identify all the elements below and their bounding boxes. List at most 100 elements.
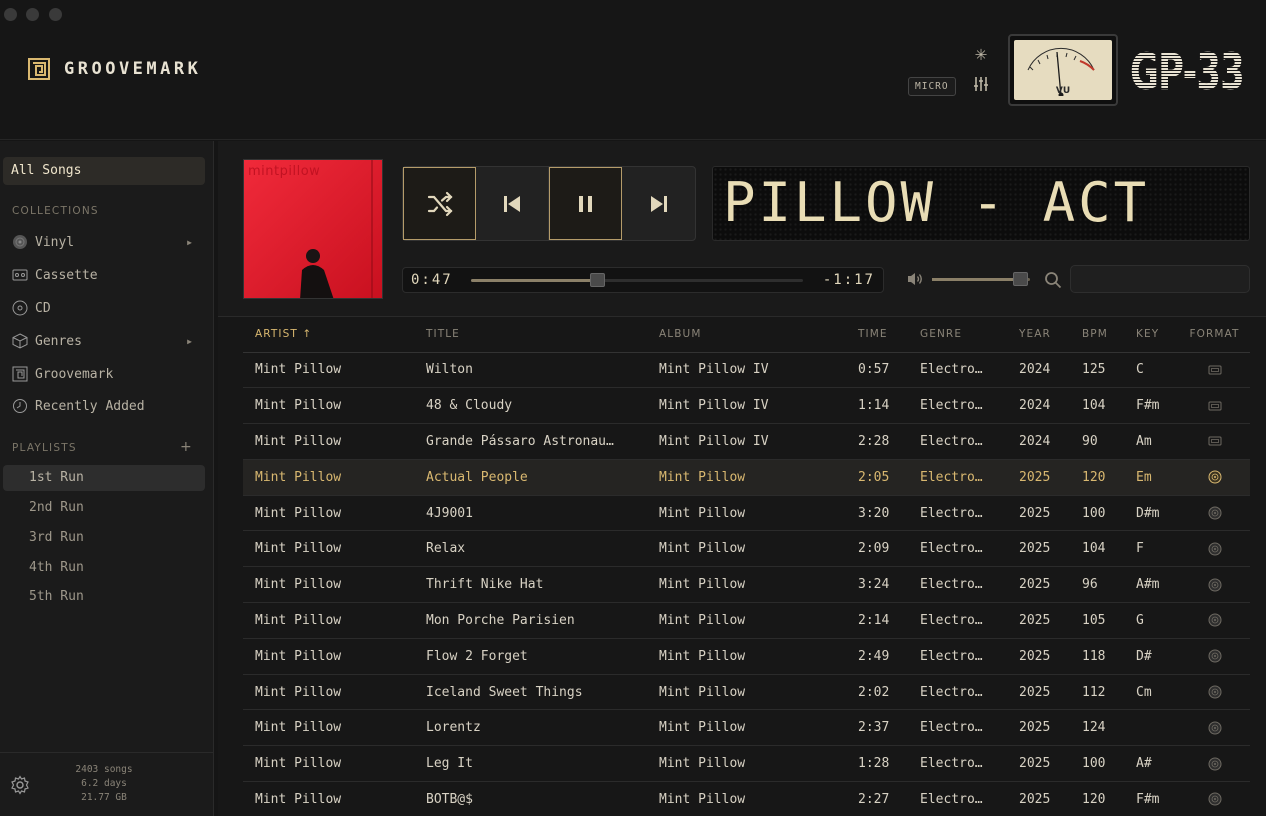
sidebar-item-label: Vinyl: [35, 234, 75, 250]
cd-icon: [1208, 757, 1221, 771]
title-cell: 4J9001: [414, 495, 647, 532]
year-cell: 2025: [1007, 495, 1070, 532]
equalizer-icon[interactable]: [972, 75, 990, 93]
expand-arrow-icon[interactable]: ▶: [187, 337, 192, 346]
column-header-title[interactable]: TITLE: [414, 317, 647, 353]
artist-cell: Mint Pillow: [243, 352, 414, 389]
table-row[interactable]: Mint Pillow Lorentz Mint Pillow 2:37 Electro…: [243, 709, 1250, 747]
gear-icon[interactable]: [10, 775, 30, 795]
key-cell: C: [1124, 352, 1179, 389]
table-row[interactable]: Mint Pillow Actual People Mint Pillow 2:05 E…: [243, 459, 1250, 496]
key-cell: A#m: [1124, 566, 1179, 604]
artist-cell: Mint Pillow: [243, 495, 414, 532]
title-cell: BOTB@$: [414, 781, 647, 816]
title-cell: Lorentz: [414, 709, 647, 747]
bpm-cell: 124: [1070, 709, 1124, 747]
minimize-window-button[interactable]: [26, 8, 39, 21]
micro-button[interactable]: MICRO: [908, 77, 956, 96]
table-row[interactable]: Mint Pillow Grande Pássaro Astronau… Mint …: [243, 423, 1250, 460]
key-cell: [1124, 709, 1179, 747]
year-cell: 2025: [1007, 781, 1070, 816]
title-cell: Flow 2 Forget: [414, 638, 647, 675]
expand-arrow-icon[interactable]: ▶: [187, 238, 192, 247]
asterisk-icon[interactable]: ✳: [972, 43, 990, 63]
seek-slider[interactable]: [471, 273, 803, 287]
elapsed-time: 0:47: [411, 272, 453, 288]
sidebar-item-groovemark[interactable]: Groovemark: [12, 363, 202, 385]
close-window-button[interactable]: [4, 8, 17, 21]
year-cell: 2025: [1007, 709, 1070, 747]
shuffle-button[interactable]: [403, 167, 476, 240]
next-icon: [650, 195, 667, 212]
table-header: ARTIST ↑ TITLE ALBUM TIME GENRE YEAR BPM…: [243, 317, 1250, 353]
table-row[interactable]: Mint Pillow Wilton Mint Pillow IV 0:57 Elect…: [243, 352, 1250, 389]
seek-handle[interactable]: [590, 273, 606, 287]
column-header-year[interactable]: YEAR: [1007, 317, 1070, 353]
sidebar-item-cassette[interactable]: Cassette: [12, 264, 202, 286]
sidebar-item-cd[interactable]: CD: [12, 297, 202, 319]
table-row[interactable]: Mint Pillow Relax Mint Pillow 2:09 Electro… 2…: [243, 530, 1250, 568]
sidebar-item-playlist[interactable]: 3rd Run: [3, 525, 205, 551]
album-cell: Mint Pillow IV: [647, 352, 846, 389]
cd-icon: [1208, 470, 1221, 484]
album-cell: Mint Pillow: [647, 781, 846, 816]
table-row[interactable]: Mint Pillow Thrift Nike Hat Mint Pillow 3:2…: [243, 566, 1250, 604]
volume-icon[interactable]: [906, 271, 924, 287]
album-art[interactable]: mintpillow: [243, 159, 383, 299]
song-table: ARTIST ↑ TITLE ALBUM TIME GENRE YEAR BPM…: [243, 317, 1250, 816]
column-header-album[interactable]: ALBUM: [647, 317, 846, 353]
column-header-format[interactable]: FORMAT: [1179, 317, 1250, 353]
time-cell: 2:14: [846, 602, 908, 639]
sidebar-item-playlist[interactable]: 4th Run: [3, 555, 205, 581]
album-cell: Mint Pillow: [647, 459, 846, 496]
column-header-genre[interactable]: GENRE: [908, 317, 1007, 353]
sidebar-item-all-songs[interactable]: All Songs: [3, 157, 205, 185]
volume-slider[interactable]: [932, 272, 1030, 286]
song-count: 2403 songs: [75, 764, 133, 775]
bpm-cell: 100: [1070, 495, 1124, 532]
column-header-key[interactable]: KEY: [1124, 317, 1179, 353]
album-art-title: mintpillow: [248, 164, 321, 179]
groovemark-logo-icon: [28, 58, 50, 80]
sidebar-item-playlist[interactable]: 5th Run: [3, 584, 205, 610]
search-icon[interactable]: [1044, 271, 1062, 289]
key-cell: F#m: [1124, 781, 1179, 816]
column-header-artist[interactable]: ARTIST ↑: [243, 317, 414, 353]
brand-name: GROOVEMARK: [64, 59, 202, 79]
pause-button[interactable]: [549, 167, 622, 240]
genre-cell: Electro…: [908, 530, 1007, 568]
table-row[interactable]: Mint Pillow Leg It Mint Pillow 1:28 Electro……: [243, 745, 1250, 783]
sidebar-item-label: Genres: [35, 333, 82, 349]
next-button[interactable]: [622, 167, 695, 240]
sidebar-item-recently-added[interactable]: Recently Added: [12, 395, 202, 417]
sidebar-item-genres[interactable]: Genres ▶: [12, 330, 202, 352]
transport-controls: [402, 166, 696, 241]
title-cell: Thrift Nike Hat: [414, 566, 647, 604]
zoom-window-button[interactable]: [49, 8, 62, 21]
column-header-bpm[interactable]: BPM: [1070, 317, 1124, 353]
sidebar-item-vinyl[interactable]: Vinyl ▶: [12, 231, 202, 253]
genre-cell: Electro…: [908, 352, 1007, 389]
previous-button[interactable]: [476, 167, 549, 240]
table-row[interactable]: Mint Pillow Mon Porche Parisien Mint Pillo…: [243, 602, 1250, 639]
search-input[interactable]: [1070, 265, 1250, 293]
table-row[interactable]: Mint Pillow 48 & Cloudy Mint Pillow IV 1:14…: [243, 387, 1250, 425]
key-cell: A#: [1124, 745, 1179, 783]
artist-cell: Mint Pillow: [243, 781, 414, 816]
format-cell: [1179, 423, 1250, 460]
sidebar-item-playlist[interactable]: 2nd Run: [3, 495, 205, 521]
format-cell: [1179, 674, 1250, 711]
cube-icon: [12, 333, 28, 349]
add-playlist-button[interactable]: +: [180, 439, 192, 455]
time-cell: 0:57: [846, 352, 908, 389]
year-cell: 2024: [1007, 387, 1070, 425]
column-header-time[interactable]: TIME: [846, 317, 908, 353]
table-row[interactable]: Mint Pillow Flow 2 Forget Mint Pillow 2:49 E…: [243, 638, 1250, 675]
table-row[interactable]: Mint Pillow 4J9001 Mint Pillow 3:20 Electro……: [243, 495, 1250, 532]
table-row[interactable]: Mint Pillow BOTB@$ Mint Pillow 2:27 Electro……: [243, 781, 1250, 816]
key-cell: Cm: [1124, 674, 1179, 711]
volume-handle[interactable]: [1013, 272, 1029, 286]
bpm-cell: 100: [1070, 745, 1124, 783]
table-row[interactable]: Mint Pillow Iceland Sweet Things Mint Pill…: [243, 674, 1250, 711]
sidebar-item-playlist[interactable]: 1st Run: [3, 465, 205, 491]
